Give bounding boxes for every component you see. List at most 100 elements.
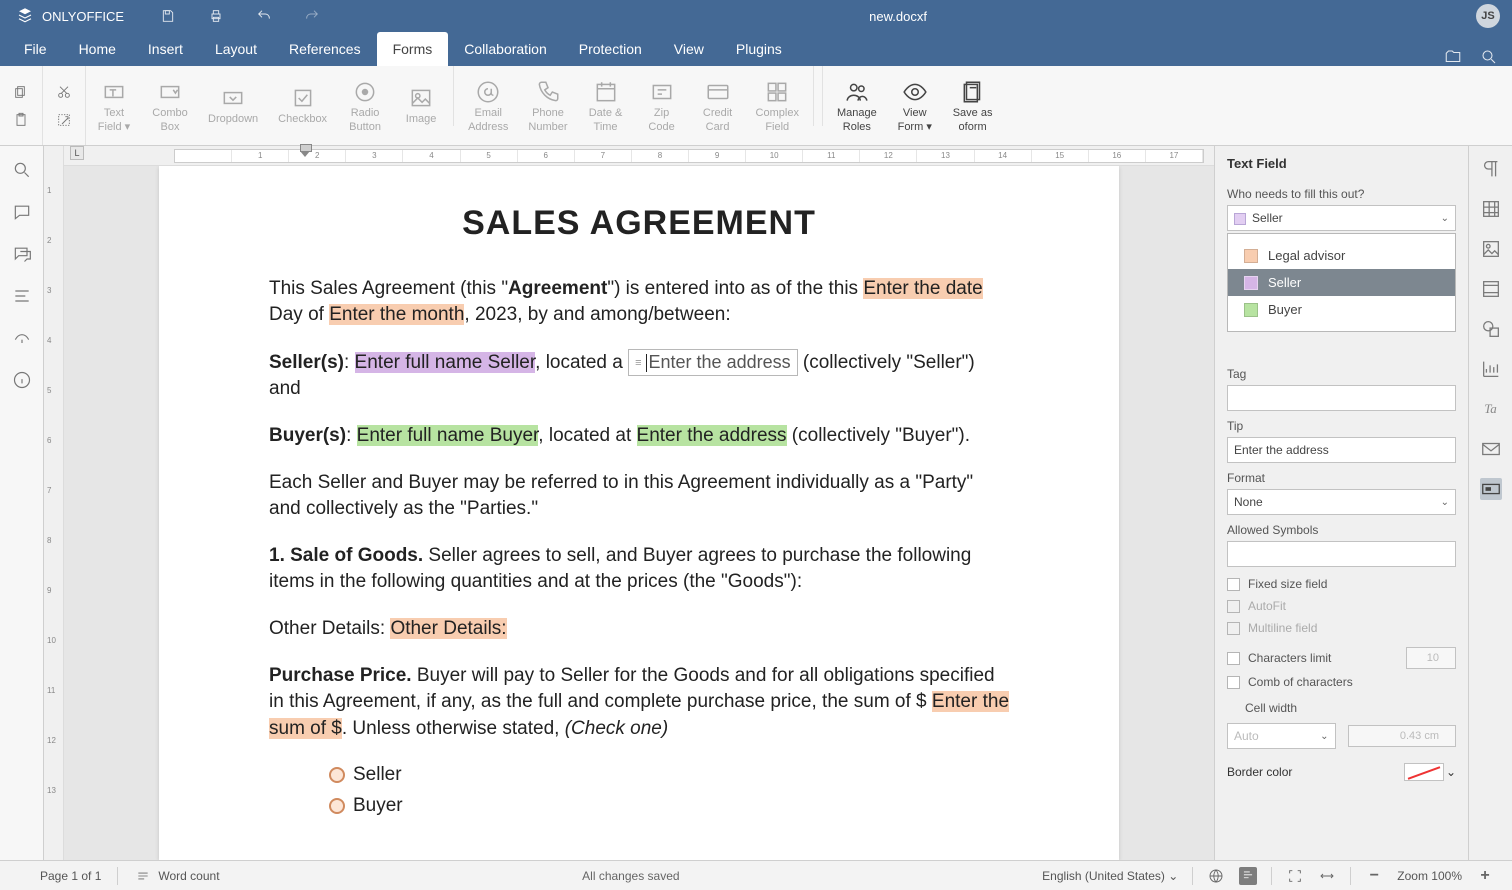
field-buyer-name[interactable]: Enter full name Buyer xyxy=(357,425,539,446)
border-color-picker[interactable]: ⌄ xyxy=(1404,763,1456,781)
left-toolbar xyxy=(0,146,44,860)
tab-home[interactable]: Home xyxy=(63,32,132,66)
tab-layout[interactable]: Layout xyxy=(199,32,273,66)
undo-icon[interactable] xyxy=(256,8,272,24)
cell-width-auto[interactable]: Auto⌄ xyxy=(1227,723,1336,749)
ribbon-combo: ComboBox xyxy=(142,66,198,145)
word-count[interactable]: Word count xyxy=(134,867,219,885)
document-area[interactable]: SALES AGREEMENT This Sales Agreement (th… xyxy=(64,166,1214,860)
comments-icon[interactable] xyxy=(12,202,32,222)
tab-collaboration[interactable]: Collaboration xyxy=(448,32,563,66)
char-limit-input[interactable] xyxy=(1406,647,1456,669)
field-month[interactable]: Enter the month xyxy=(329,304,464,325)
role-option-legal-advisor[interactable]: Legal advisor xyxy=(1228,242,1455,269)
header-footer-icon[interactable] xyxy=(1480,278,1502,300)
ribbon-save[interactable]: Save asoform xyxy=(943,66,1003,145)
page-status[interactable]: Page 1 of 1 xyxy=(40,869,101,883)
clipboard-group xyxy=(0,66,43,145)
zoom-level[interactable]: Zoom 100% xyxy=(1397,869,1462,883)
shape-settings-icon[interactable] xyxy=(1480,318,1502,340)
workspace: 12 34 56 78 910 1112 13 L 12345678910111… xyxy=(0,146,1512,860)
form-settings-panel: Text Field Who needs to fill this out? S… xyxy=(1214,146,1468,860)
role-option-buyer[interactable]: Buyer xyxy=(1228,296,1455,323)
role-option-seller[interactable]: Seller xyxy=(1228,269,1455,296)
ribbon-radio: RadioButton xyxy=(337,66,393,145)
format-label: Format xyxy=(1215,463,1468,489)
title-bar: ONLYOFFICE new.docxf JS xyxy=(0,0,1512,32)
cut-icon[interactable] xyxy=(53,81,75,103)
char-limit-checkbox[interactable]: Characters limit xyxy=(1227,651,1331,665)
ribbon-zip: ZipCode xyxy=(634,66,690,145)
comb-checkbox[interactable]: Comb of characters xyxy=(1215,671,1468,693)
doc-heading: SALES AGREEMENT xyxy=(269,200,1009,248)
tab-file[interactable]: File xyxy=(8,32,63,66)
copy-icon[interactable] xyxy=(10,81,32,103)
ribbon-view[interactable]: ViewForm ▾ xyxy=(887,66,943,145)
field-date[interactable]: Enter the date xyxy=(863,278,982,299)
tab-stop-icon[interactable]: L xyxy=(70,146,84,160)
tip-input[interactable] xyxy=(1227,437,1456,463)
tab-view[interactable]: View xyxy=(658,32,720,66)
tag-label: Tag xyxy=(1215,359,1468,385)
chart-settings-icon[interactable] xyxy=(1480,358,1502,380)
cell-width-input[interactable] xyxy=(1348,723,1457,749)
mail-merge-icon[interactable] xyxy=(1480,438,1502,460)
text-art-icon[interactable]: Ta xyxy=(1480,398,1502,420)
right-toolbar: Ta xyxy=(1468,146,1512,860)
print-icon[interactable] xyxy=(208,8,224,24)
radio-buyer[interactable] xyxy=(329,798,345,814)
field-other-details[interactable]: Other Details: xyxy=(390,618,506,639)
indent-marker-icon[interactable] xyxy=(300,144,312,162)
zoom-out-icon[interactable]: − xyxy=(1365,867,1383,885)
field-seller-name[interactable]: Enter full name Seller xyxy=(355,352,536,373)
who-label: Who needs to fill this out? xyxy=(1215,179,1468,205)
role-dropdown: Legal advisorSellerBuyer xyxy=(1227,233,1456,332)
open-location-icon[interactable] xyxy=(1444,48,1462,66)
field-seller-address[interactable]: Enter the address xyxy=(628,349,798,376)
paragraph-parties: Each Seller and Buyer may be referred to… xyxy=(269,470,1009,523)
form-settings-icon[interactable] xyxy=(1480,478,1502,500)
fit-page-icon[interactable] xyxy=(1286,867,1304,885)
edit-group xyxy=(43,66,86,145)
paste-icon[interactable] xyxy=(10,109,32,131)
fit-width-icon[interactable] xyxy=(1318,867,1336,885)
paragraph-settings-icon[interactable] xyxy=(1480,158,1502,180)
tab-forms[interactable]: Forms xyxy=(377,32,449,66)
search-icon[interactable] xyxy=(1480,48,1498,66)
allowed-input[interactable] xyxy=(1227,541,1456,567)
ribbon-dropdown: Dropdown xyxy=(198,66,268,145)
track-changes-icon[interactable] xyxy=(1239,867,1257,885)
chevron-down-icon: ⌄ xyxy=(1441,497,1449,508)
ribbon-roles[interactable]: ManageRoles xyxy=(827,66,887,145)
spellcheck-icon[interactable] xyxy=(1207,867,1225,885)
save-icon[interactable] xyxy=(160,8,176,24)
image-settings-icon[interactable] xyxy=(1480,238,1502,260)
tag-input[interactable] xyxy=(1227,385,1456,411)
feedback-icon[interactable] xyxy=(12,328,32,348)
save-status: All changes saved xyxy=(220,869,1043,883)
role-select[interactable]: Seller ⌄ Legal advisorSellerBuyer xyxy=(1227,205,1456,231)
paragraph-sale: 1. Sale of Goods. Seller agrees to sell,… xyxy=(269,543,1009,596)
field-buyer-address[interactable]: Enter the address xyxy=(637,425,787,446)
language-select[interactable]: English (United States) ⌄ xyxy=(1042,869,1178,883)
tab-insert[interactable]: Insert xyxy=(132,32,199,66)
ribbon-text-field: TextField ▾ xyxy=(86,66,142,145)
table-settings-icon[interactable] xyxy=(1480,198,1502,220)
about-icon[interactable] xyxy=(12,370,32,390)
autofit-checkbox: AutoFit xyxy=(1215,595,1468,617)
zoom-in-icon[interactable]: + xyxy=(1476,867,1494,885)
user-avatar[interactable]: JS xyxy=(1476,4,1500,28)
cell-width-label: Cell width xyxy=(1215,693,1468,719)
tab-protection[interactable]: Protection xyxy=(563,32,658,66)
fixed-size-checkbox[interactable]: Fixed size field xyxy=(1215,573,1468,595)
chat-icon[interactable] xyxy=(12,244,32,264)
format-select[interactable]: None⌄ xyxy=(1227,489,1456,515)
select-all-icon[interactable] xyxy=(53,109,75,131)
find-icon[interactable] xyxy=(12,160,32,180)
tab-references[interactable]: References xyxy=(273,32,377,66)
headings-icon[interactable] xyxy=(12,286,32,306)
radio-seller[interactable] xyxy=(329,767,345,783)
redo-icon[interactable] xyxy=(304,8,320,24)
paragraph-buyer: Buyer(s): Enter full name Buyer, located… xyxy=(269,423,1009,450)
tab-plugins[interactable]: Plugins xyxy=(720,32,798,66)
